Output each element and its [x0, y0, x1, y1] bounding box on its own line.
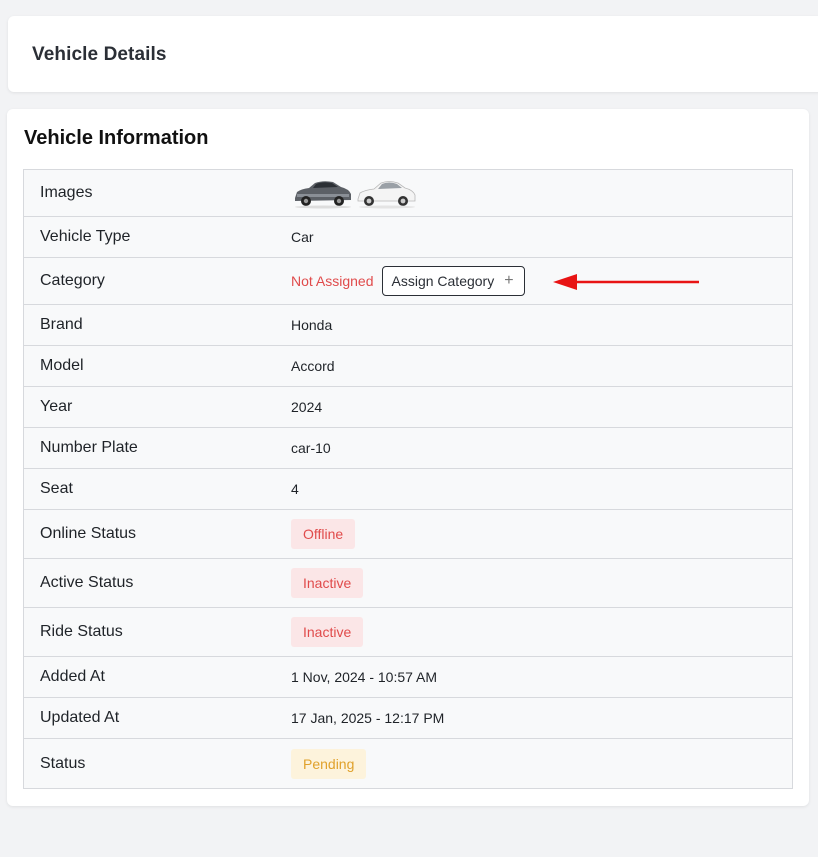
page-title: Vehicle Details [32, 44, 167, 65]
card-title: Vehicle Information [24, 127, 209, 149]
plus-icon: + [504, 272, 514, 289]
row-label: Vehicle Type [40, 228, 131, 245]
online-status-badge: Offline [291, 519, 356, 549]
row-value: Inactive [291, 617, 792, 647]
table-row-images: Images [24, 170, 792, 217]
status-badge: Pending [291, 748, 367, 779]
row-value: 1 Nov, 2024 - 10:57 AM [291, 669, 438, 685]
row-label: Added At [40, 668, 105, 685]
table-row-updated-at: Updated At 17 Jan, 2025 - 12:17 PM [24, 698, 792, 739]
table-row-seat: Seat 4 [24, 469, 792, 510]
row-label: Model [40, 357, 84, 374]
row-value: 2024 [291, 399, 323, 415]
page-header: Vehicle Details [8, 16, 818, 92]
vehicle-info-table: Images Vehicle Type Car Category Not Ass… [23, 169, 793, 789]
row-label: Updated At [40, 709, 120, 726]
row-value: Offline [291, 519, 792, 549]
table-row-model: Model Accord [24, 346, 792, 387]
table-row-added-at: Added At 1 Nov, 2024 - 10:57 AM [24, 657, 792, 698]
row-label: Active Status [40, 574, 134, 591]
assign-category-label: Assign Category [391, 273, 495, 289]
row-label: Number Plate [40, 439, 138, 456]
row-value: Accord [291, 358, 335, 374]
row-label: Seat [40, 480, 73, 497]
row-value: 4 [291, 481, 299, 497]
vehicle-info-card: Vehicle Information Images Vehicle Type … [7, 109, 809, 806]
row-value: Not Assigned Assign Category + [291, 266, 792, 296]
table-row-number-plate: Number Plate car-10 [24, 428, 792, 469]
row-label: Year [40, 398, 73, 415]
row-value: 17 Jan, 2025 - 12:17 PM [291, 710, 445, 726]
ride-status-badge: Inactive [291, 617, 364, 647]
table-row-ride-status: Ride Status Inactive [24, 608, 792, 657]
row-label: Images [40, 184, 93, 201]
row-label: Ride Status [40, 623, 123, 640]
table-row-online-status: Online Status Offline [24, 510, 792, 559]
vehicle-image-dark[interactable] [291, 176, 353, 210]
category-status-text: Not Assigned [291, 273, 374, 289]
table-row-status: Status Pending [24, 739, 792, 788]
row-value: Pending [291, 748, 792, 779]
table-row-brand: Brand Honda [24, 305, 792, 346]
table-row-year: Year 2024 [24, 387, 792, 428]
row-value: car-10 [291, 440, 331, 456]
row-value: Honda [291, 317, 333, 333]
table-row-active-status: Active Status Inactive [24, 559, 792, 608]
assign-category-button[interactable]: Assign Category + [381, 266, 525, 296]
row-label: Online Status [40, 525, 137, 542]
row-value: Inactive [291, 568, 792, 598]
active-status-badge: Inactive [291, 568, 364, 598]
row-value [291, 176, 792, 210]
row-label: Brand [40, 316, 83, 333]
vehicle-image-white[interactable] [355, 176, 417, 210]
table-row-vehicle-type: Vehicle Type Car [24, 217, 792, 258]
annotation-arrow-icon [553, 274, 699, 290]
row-value: Car [291, 229, 314, 245]
row-label: Category [40, 272, 105, 289]
row-label: Status [40, 754, 86, 772]
